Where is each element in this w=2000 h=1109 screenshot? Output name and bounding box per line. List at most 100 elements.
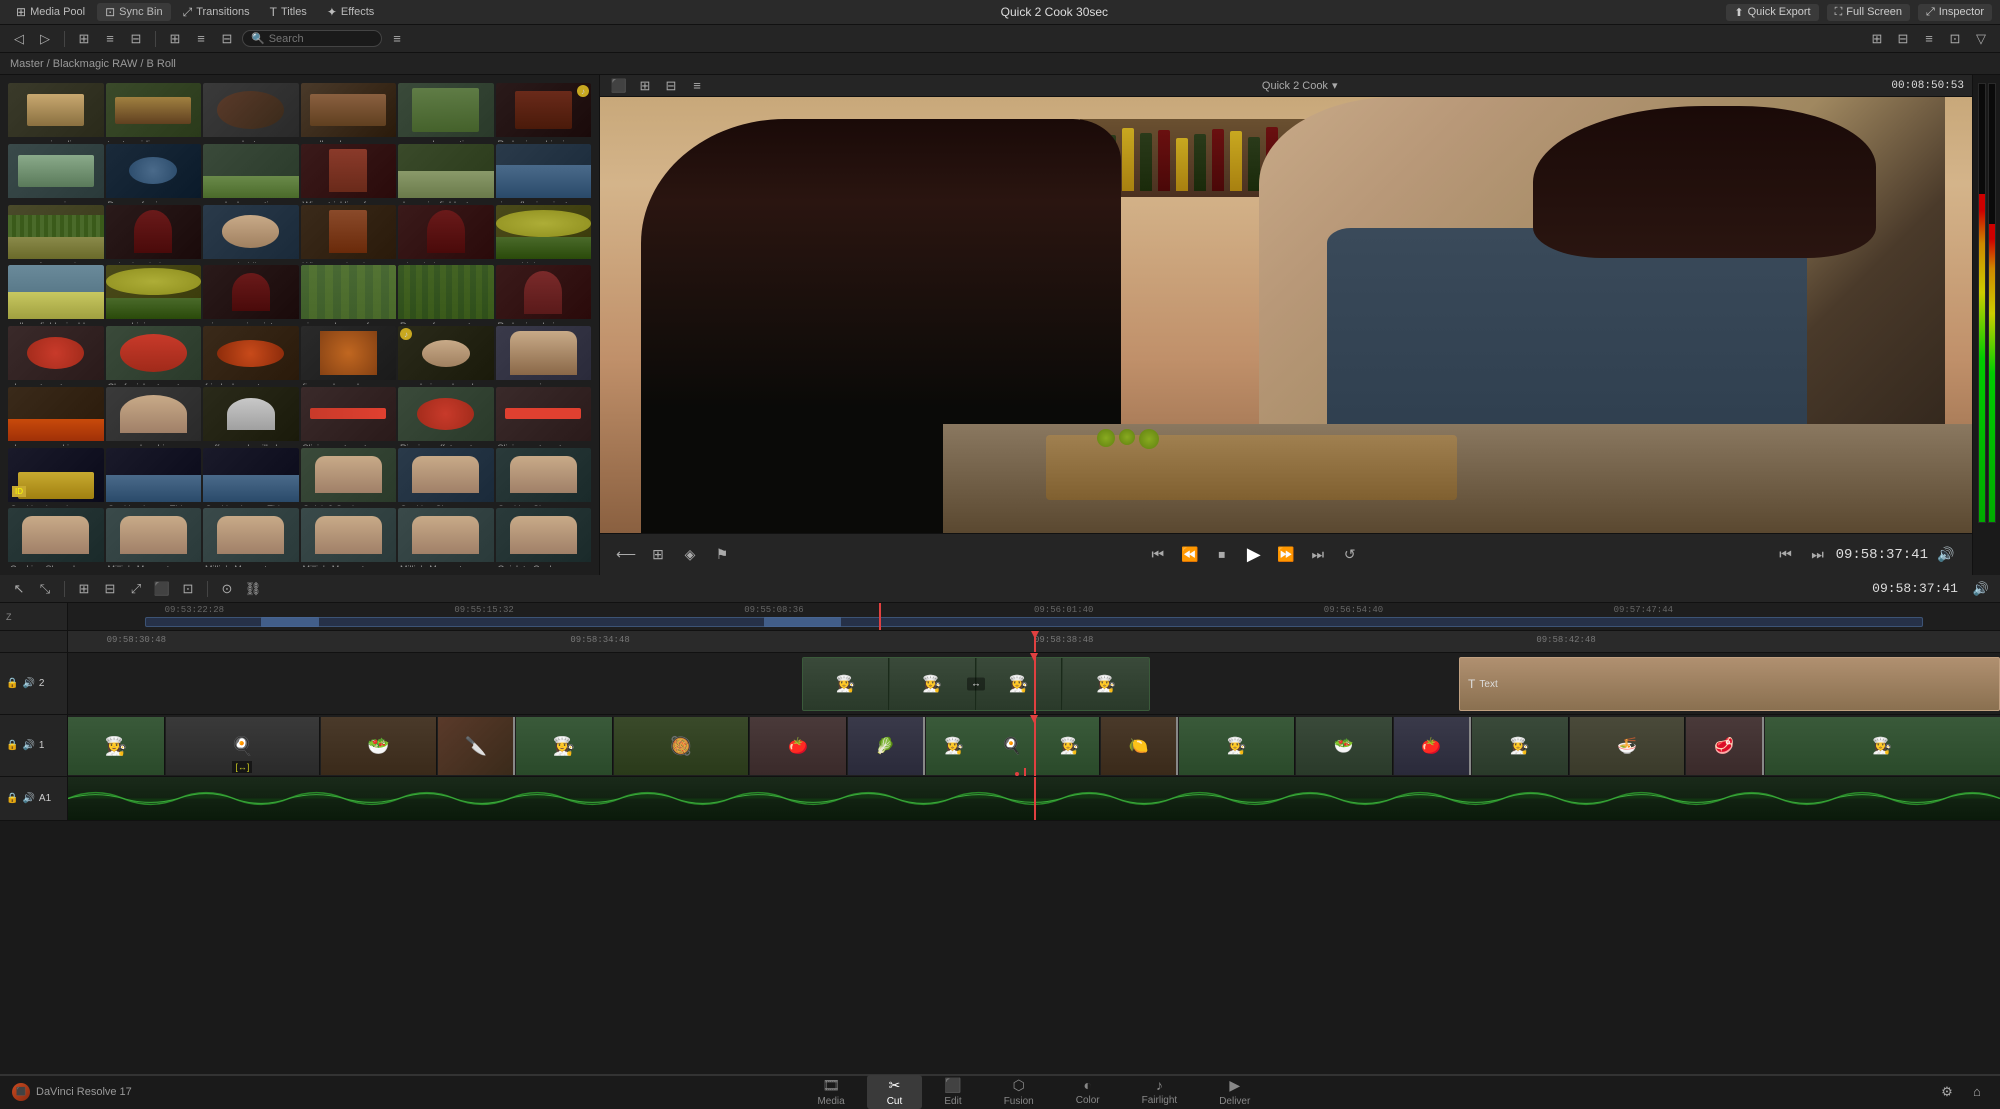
toolbar-view-option-3[interactable]: ≡ (1918, 29, 1940, 49)
page-cut[interactable]: ✂ Cut (867, 1075, 923, 1109)
clip-v2-cooking[interactable]: 👩‍🍳 👩‍🍳 👩‍🍳 👩‍🍳 ↔ (802, 657, 1150, 711)
search-input[interactable] (269, 33, 369, 45)
list-item[interactable]: Cooking Show_lvc (8, 508, 104, 567)
list-item[interactable]: sun_shining_over_... (106, 265, 202, 324)
timeline-tool-7[interactable]: ⊡ (177, 579, 199, 599)
toolbar-list-view-button[interactable]: ≡ (190, 29, 212, 49)
list-item[interactable]: Rinsing_off_tomat... (398, 387, 494, 446)
menu-item-transitions[interactable]: ⤢ Transitions (175, 3, 258, 22)
list-item[interactable]: Slicing_a_tomato_... (301, 387, 397, 446)
stop-button[interactable]: ⏹ (1208, 541, 1236, 569)
go-to-in-button[interactable]: ⏮ (1772, 541, 1800, 569)
clip-v1-9[interactable]: 🍋 (1101, 717, 1178, 775)
list-item[interactable]: Millie's Moments ... (398, 508, 494, 567)
list-item[interactable]: people_harvesting... (203, 144, 299, 203)
full-screen-button[interactable]: ⛶ Full Screen (1827, 4, 1910, 21)
list-item[interactable]: Cooking Lower Thi... (106, 448, 202, 507)
clip-v1-11[interactable]: 🥗 (1296, 717, 1393, 775)
page-media[interactable]: 🎞 Media (797, 1075, 864, 1109)
menu-item-effects[interactable]: ✦ Effects (319, 3, 383, 21)
menu-item-titles[interactable]: T Titles (262, 3, 315, 21)
clip-v1-10[interactable]: 👩‍🍳 (1179, 717, 1295, 775)
page-color[interactable]: ◐ Color (1056, 1075, 1120, 1109)
toolbar-detail-view-button[interactable]: ⊟ (216, 29, 238, 49)
flag-button[interactable]: ⚑ (708, 541, 736, 569)
list-item[interactable]: Millie's Moments ... (301, 508, 397, 567)
clip-v1-5[interactable]: 👩‍🍳 (516, 717, 613, 775)
quick-export-button[interactable]: ⬆ Quick Export (1726, 4, 1818, 21)
go-to-start-button[interactable]: ⏮ (1144, 541, 1172, 569)
audio-button[interactable]: 🔊 (1932, 541, 1960, 569)
toolbar-view-option-2[interactable]: ⊟ (1892, 29, 1914, 49)
overview-selection-bar[interactable] (145, 617, 1922, 627)
list-item[interactable]: ♪ egg_being_placed... (398, 326, 494, 385)
page-edit[interactable]: ⬛ Edit (924, 1075, 981, 1109)
go-to-out-button[interactable]: ⏭ (1804, 541, 1832, 569)
list-item[interactable]: Cooking Show (398, 448, 494, 507)
list-item[interactable]: Wine_trickling_fro... (301, 144, 397, 203)
list-item[interactable]: Quick 2 Cook (301, 448, 397, 507)
timeline-tool-4[interactable]: ⊟ (99, 579, 121, 599)
timeline-tool-6[interactable]: ⬛ (151, 579, 173, 599)
viewer-toolbar-btn-4[interactable]: ≡ (686, 76, 708, 96)
fast-forward-button[interactable]: ⏩ (1272, 541, 1300, 569)
toolbar-forward-button[interactable]: ▷ (34, 29, 56, 49)
toolbar-new-bin-button[interactable]: ⊞ (73, 29, 95, 49)
jog-left-button[interactable]: ⟵ (612, 541, 640, 569)
clip-v1-12[interactable]: 🍅 (1394, 717, 1471, 775)
search-box[interactable]: 🔍 (242, 30, 382, 47)
track-content-v1[interactable]: 👩‍🍳 🍳 [↔] 🥗 🔪 👩‍🍳 🥘 🍅 🥬 👩‍🍳 (68, 715, 2000, 776)
timeline-audio-btn[interactable]: 🔊 (1970, 579, 1992, 599)
go-to-end-button[interactable]: ⏭ (1304, 541, 1332, 569)
list-item[interactable]: wine_pouring_into... (203, 265, 299, 324)
list-item[interactable]: person_harvestin... (398, 83, 494, 142)
timeline-tool-3[interactable]: ⊞ (73, 579, 95, 599)
list-item[interactable]: Cooking Lower Thi... (203, 448, 299, 507)
list-item[interactable]: ID Cooking Intro Log... (8, 448, 104, 507)
toolbar-view-option-4[interactable]: ⊡ (1944, 29, 1966, 49)
page-fairlight[interactable]: ♪ Fairlight (1122, 1075, 1198, 1109)
track-content-v2[interactable]: 👩‍🍳 👩‍🍳 👩‍🍳 👩‍🍳 ↔ T Text (68, 653, 2000, 714)
clip-v1-6[interactable]: 🥘 (614, 717, 749, 775)
timeline-snap-button[interactable]: ⊙ (216, 579, 238, 599)
list-item[interactable]: drops_in_field_at_... (398, 144, 494, 203)
list-item[interactable]: Cooking Show_... (496, 448, 592, 507)
loop-button[interactable]: ↺ (1336, 541, 1364, 569)
clip-v1-15[interactable]: 🥩 (1686, 717, 1763, 775)
source-label-button[interactable]: Quick 2 Cook ▾ (1256, 77, 1344, 94)
clip-v1-7[interactable]: 🍅 (750, 717, 847, 775)
toolbar-filter-button[interactable]: ⊟ (125, 29, 147, 49)
marker-button[interactable]: ◈ (676, 541, 704, 569)
timeline-trim-tool[interactable]: ⤡ (34, 579, 56, 599)
list-item[interactable]: Quick to Cook_... (496, 508, 592, 567)
timeline-tool-5[interactable]: ⤢ (125, 579, 147, 599)
list-item[interactable]: coffee_and_milk_b... (203, 387, 299, 446)
clip-v1-14[interactable]: 🍜 (1570, 717, 1686, 775)
list-item[interactable]: Chef_picks_tomat... (106, 326, 202, 385)
list-item[interactable]: Millie's Moments ... (106, 508, 202, 567)
viewer-toolbar-btn-1[interactable]: ⬛ (608, 76, 630, 96)
clip-v1-4[interactable]: 🔪 (438, 717, 515, 775)
list-item[interactable]: ♪ Red_wine_drippin... (496, 83, 592, 142)
list-item[interactable]: wine_being_poure... (398, 205, 494, 264)
menu-item-media-pool[interactable]: ⊞ Media Pool (8, 3, 93, 21)
list-item[interactable]: tractor_riding_ove... (106, 83, 202, 142)
clip-v2-title[interactable]: T Text (1459, 657, 2000, 711)
clip-v1-16[interactable]: 👩‍🍳 (1765, 717, 2000, 775)
list-item[interactable]: rows_of_grapevin... (8, 205, 104, 264)
clip-v1-main[interactable]: 👩‍🍳 🍳 👩‍🍳 (926, 717, 1100, 775)
list-item[interactable]: person_holding_a... (203, 205, 299, 264)
clip-v1-13[interactable]: 👩‍🍳 (1472, 717, 1569, 775)
timeline-select-tool[interactable]: ↖ (8, 579, 30, 599)
timeline-link-button[interactable]: ⛓ (242, 579, 264, 599)
list-item[interactable]: yellow_fields_in_bl... (8, 265, 104, 324)
list-item[interactable]: Millie's Moments ... (203, 508, 299, 567)
toolbar-back-button[interactable]: ◁ (8, 29, 30, 49)
list-item[interactable]: skewers_cooking... (8, 387, 104, 446)
list-item[interactable]: river_flowing_in_t... (496, 144, 592, 203)
list-item[interactable]: Rows_of_grape_tr... (398, 265, 494, 324)
clip-v1-3[interactable]: 🥗 (321, 717, 437, 775)
list-item[interactable]: vineyard_on_a_far... (301, 265, 397, 324)
track-content-a1[interactable] (68, 777, 2000, 820)
list-item[interactable]: fried_cherry_toma... (203, 326, 299, 385)
